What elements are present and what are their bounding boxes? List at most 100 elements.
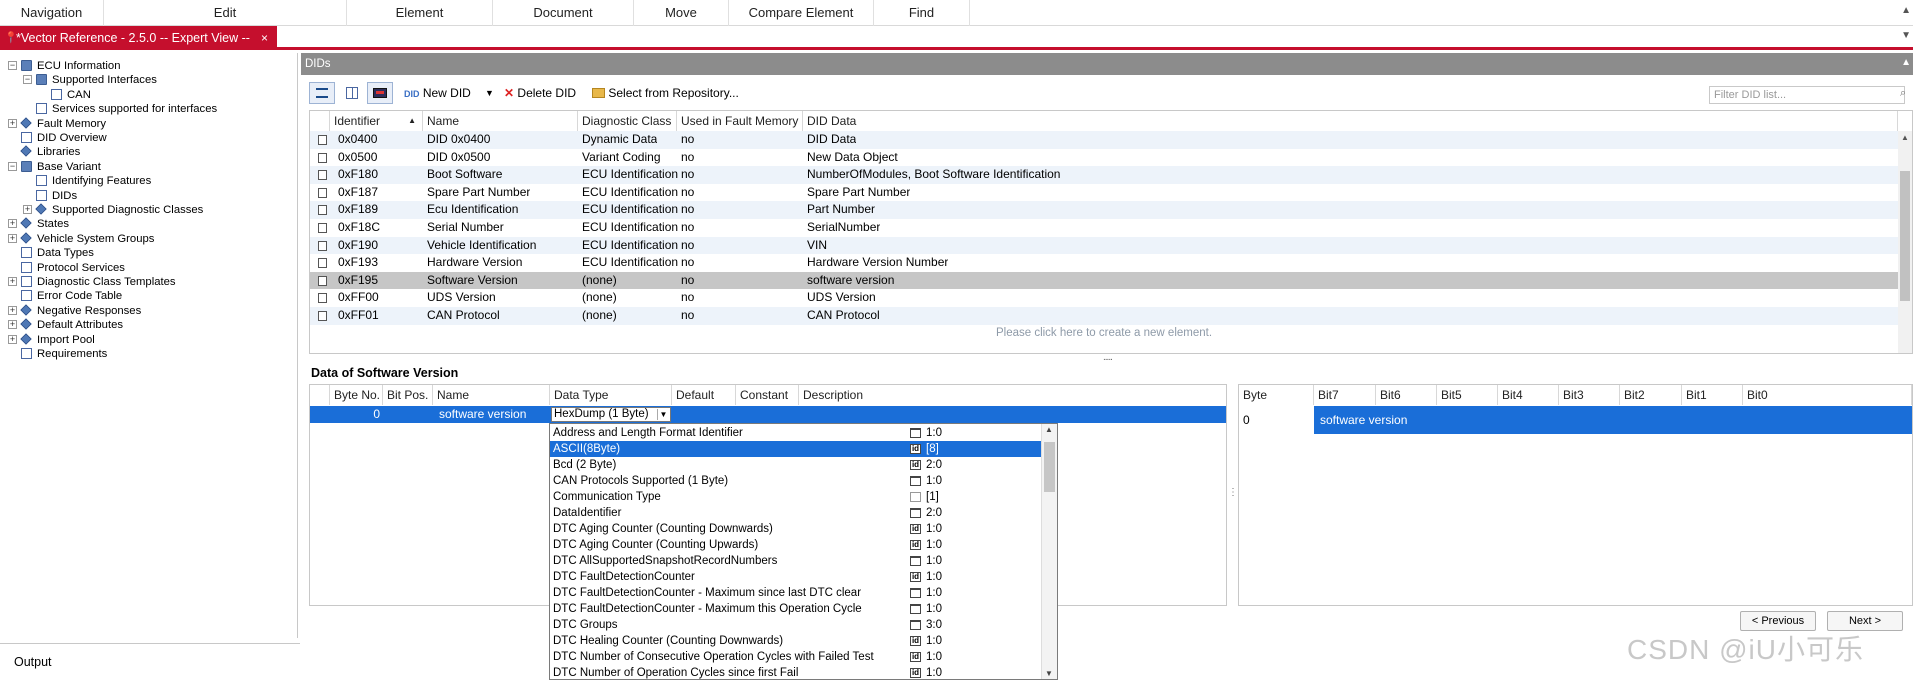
dropdown-option[interactable]: DTC AllSupportedSnapshotRecordNumbers 1:0 <box>550 553 1041 569</box>
panel-scroll-icon[interactable]: ▲ <box>1901 57 1911 68</box>
column-did-data[interactable]: DID Data <box>803 111 1898 131</box>
table-row[interactable]: 0xF190 Vehicle Identification ECU Identifi… <box>310 236 1898 255</box>
tree-item[interactable]: DIDs <box>0 189 296 203</box>
menu-document[interactable]: Document <box>493 0 634 26</box>
search-icon[interactable]: ⌕ <box>1900 87 1906 100</box>
column-diagnostic-class[interactable]: Diagnostic Class <box>578 111 677 131</box>
dropdown-option[interactable]: DTC Aging Counter (Counting Upwards) id 1:… <box>550 537 1041 553</box>
scrollbar-thumb[interactable] <box>1900 171 1910 301</box>
column-bit5[interactable]: Bit5 <box>1437 385 1498 405</box>
expand-icon[interactable]: + <box>8 320 17 330</box>
column-default[interactable]: Default <box>672 385 736 405</box>
tree-item[interactable]: − ECU Information <box>0 59 296 73</box>
data-type-dropdown-list[interactable]: Address and Length Format Identifier 1:0 A… <box>549 423 1058 680</box>
tree-item[interactable]: DID Overview <box>0 131 296 145</box>
column-bit0[interactable]: Bit0 <box>1743 385 1912 405</box>
expand-icon[interactable]: + <box>23 205 32 214</box>
column-used-in-fault-memory[interactable]: Used in Fault Memory <box>677 111 803 131</box>
tree-item[interactable]: − Base Variant <box>0 160 296 174</box>
menu-edit[interactable]: Edit <box>104 0 347 26</box>
column-bit3[interactable]: Bit3 <box>1559 385 1620 405</box>
pin-icon[interactable]: 📍 <box>4 26 18 50</box>
menu-element[interactable]: Element <box>347 0 493 26</box>
table-row[interactable]: 0x0500 DID 0x0500 Variant Coding no New Data… <box>310 149 1898 167</box>
column-identifier[interactable]: Identifier ▲ <box>330 111 423 131</box>
new-did-dropdown-icon[interactable]: ▼ <box>485 82 494 104</box>
tab-vector-reference[interactable]: 📍 *Vector Reference - 2.5.0 -- Expert Vi… <box>0 26 277 50</box>
collapse-icon[interactable]: − <box>23 75 32 85</box>
tree-item[interactable]: Error Code Table <box>0 289 296 303</box>
menu-move[interactable]: Move <box>634 0 729 26</box>
scroll-down-icon[interactable]: ▼ <box>1045 669 1053 678</box>
list-view-icon[interactable] <box>309 82 335 104</box>
column-name[interactable]: Name <box>433 385 550 405</box>
column-name[interactable]: Name <box>423 111 578 131</box>
tree-item[interactable]: + Diagnostic Class Templates <box>0 275 296 289</box>
select-repository-button[interactable]: Select from Repository... <box>592 82 739 104</box>
column-constant[interactable]: Constant <box>736 385 799 405</box>
byte-row[interactable]: 0 software version <box>1239 406 1912 434</box>
expand-icon[interactable]: + <box>8 219 17 229</box>
splitter-grip[interactable]: ..... <box>1103 352 1113 363</box>
dropdown-option[interactable]: ASCII(8Byte) id [8] <box>550 441 1041 457</box>
dropdown-option[interactable]: Bcd (2 Byte) id 2:0 <box>550 457 1041 473</box>
dropdown-option[interactable]: DTC FaultDetectionCounter - Maximum sinc… <box>550 585 1041 601</box>
detail-view-icon[interactable] <box>367 82 393 104</box>
expand-icon[interactable]: + <box>8 305 17 315</box>
tab-dropdown-icon[interactable]: ▼ <box>1901 30 1911 41</box>
dropdown-option[interactable]: DTC Groups 3:0 <box>550 617 1041 633</box>
expand-icon[interactable]: + <box>8 334 17 344</box>
column-description[interactable]: Description <box>799 385 1226 405</box>
horizontal-splitter[interactable]: ..... <box>301 352 1913 363</box>
table-row[interactable]: 0xF195 Software Version (none) no software v… <box>310 271 1898 290</box>
collapse-icon[interactable]: − <box>8 61 17 70</box>
tree-item[interactable]: Protocol Services <box>0 261 296 275</box>
dropdown-option[interactable]: DTC FaultDetectionCounter id 1:0 <box>550 569 1041 585</box>
column-bit6[interactable]: Bit6 <box>1376 385 1437 405</box>
dropdown-option[interactable]: DataIdentifier 2:0 <box>550 505 1041 521</box>
menu-find[interactable]: Find <box>874 0 970 26</box>
column-bit4[interactable]: Bit4 <box>1498 385 1559 405</box>
dropdown-option[interactable]: DTC Healing Counter (Counting Downwards)… <box>550 633 1041 649</box>
expand-icon[interactable]: + <box>8 233 17 243</box>
dropdown-scroll-thumb[interactable] <box>1044 442 1055 492</box>
table-row[interactable]: 0xF189 Ecu Identification ECU Identificati… <box>310 201 1898 219</box>
dropdown-option[interactable]: DTC FaultDetectionCounter - Maximum this… <box>550 601 1041 617</box>
close-icon[interactable]: × <box>261 26 268 50</box>
tree-item[interactable]: + Import Pool <box>0 332 296 347</box>
tree-item[interactable]: + States <box>0 217 296 231</box>
table-row[interactable]: 0xFF01 CAN Protocol (none) no CAN Protocol <box>310 307 1898 325</box>
table-row[interactable]: 0xFF00 UDS Version (none) no UDS Version <box>310 289 1898 307</box>
tree-item[interactable]: Libraries <box>0 145 296 159</box>
new-did-button[interactable]: DID New DID <box>404 82 471 104</box>
data-type-select[interactable]: HexDump (1 Byte) ▼ <box>551 407 671 422</box>
menu-compare-element[interactable]: Compare Element <box>729 0 874 26</box>
dropdown-scrollbar[interactable]: ▲ ▼ <box>1041 424 1057 679</box>
vertical-splitter-grip[interactable]: ⋮ <box>1228 487 1238 498</box>
dropdown-option[interactable]: Address and Length Format Identifier 1:0 <box>550 425 1041 441</box>
column-bit2[interactable]: Bit2 <box>1620 385 1682 405</box>
tree-item[interactable]: Requirements <box>0 347 296 361</box>
did-table-scrollbar[interactable]: ▲ <box>1898 131 1912 353</box>
tree-item[interactable]: + Vehicle System Groups <box>0 232 296 246</box>
dropdown-option[interactable]: DTC Number of Consecutive Operation Cycl… <box>550 649 1041 665</box>
expand-icon[interactable]: + <box>8 277 17 286</box>
output-panel-tab[interactable]: Output <box>0 643 300 680</box>
dropdown-option[interactable]: DTC Number of Operation Cycles since fir… <box>550 665 1041 679</box>
tree-item[interactable]: + Negative Responses <box>0 304 296 318</box>
column-bit-pos[interactable]: Bit Pos. <box>383 385 433 405</box>
dropdown-option[interactable]: DTC Aging Counter (Counting Downwards) id… <box>550 521 1041 537</box>
tree-item[interactable]: + Default Attributes <box>0 318 296 332</box>
dropdown-option[interactable]: CAN Protocols Supported (1 Byte) 1:0 <box>550 473 1041 489</box>
filter-did-input[interactable]: Filter DID list... <box>1709 86 1905 104</box>
menu-scroll-icon[interactable]: ▲ <box>1901 5 1911 16</box>
chevron-down-icon[interactable]: ▼ <box>657 409 669 420</box>
table-row[interactable]: 0x0400 DID 0x0400 Dynamic Data no DID Data <box>310 131 1898 149</box>
scroll-up-icon[interactable]: ▲ <box>1901 133 1909 142</box>
collapse-icon[interactable]: − <box>8 161 17 171</box>
dropdown-option[interactable]: Communication Type [1] <box>550 489 1041 505</box>
table-row[interactable]: 0xF193 Hardware Version ECU Identification… <box>310 254 1898 272</box>
tree-item[interactable]: Identifying Features <box>0 174 296 188</box>
column-byte-no[interactable]: Byte No. <box>330 385 383 405</box>
column-bit7[interactable]: Bit7 <box>1314 385 1376 405</box>
